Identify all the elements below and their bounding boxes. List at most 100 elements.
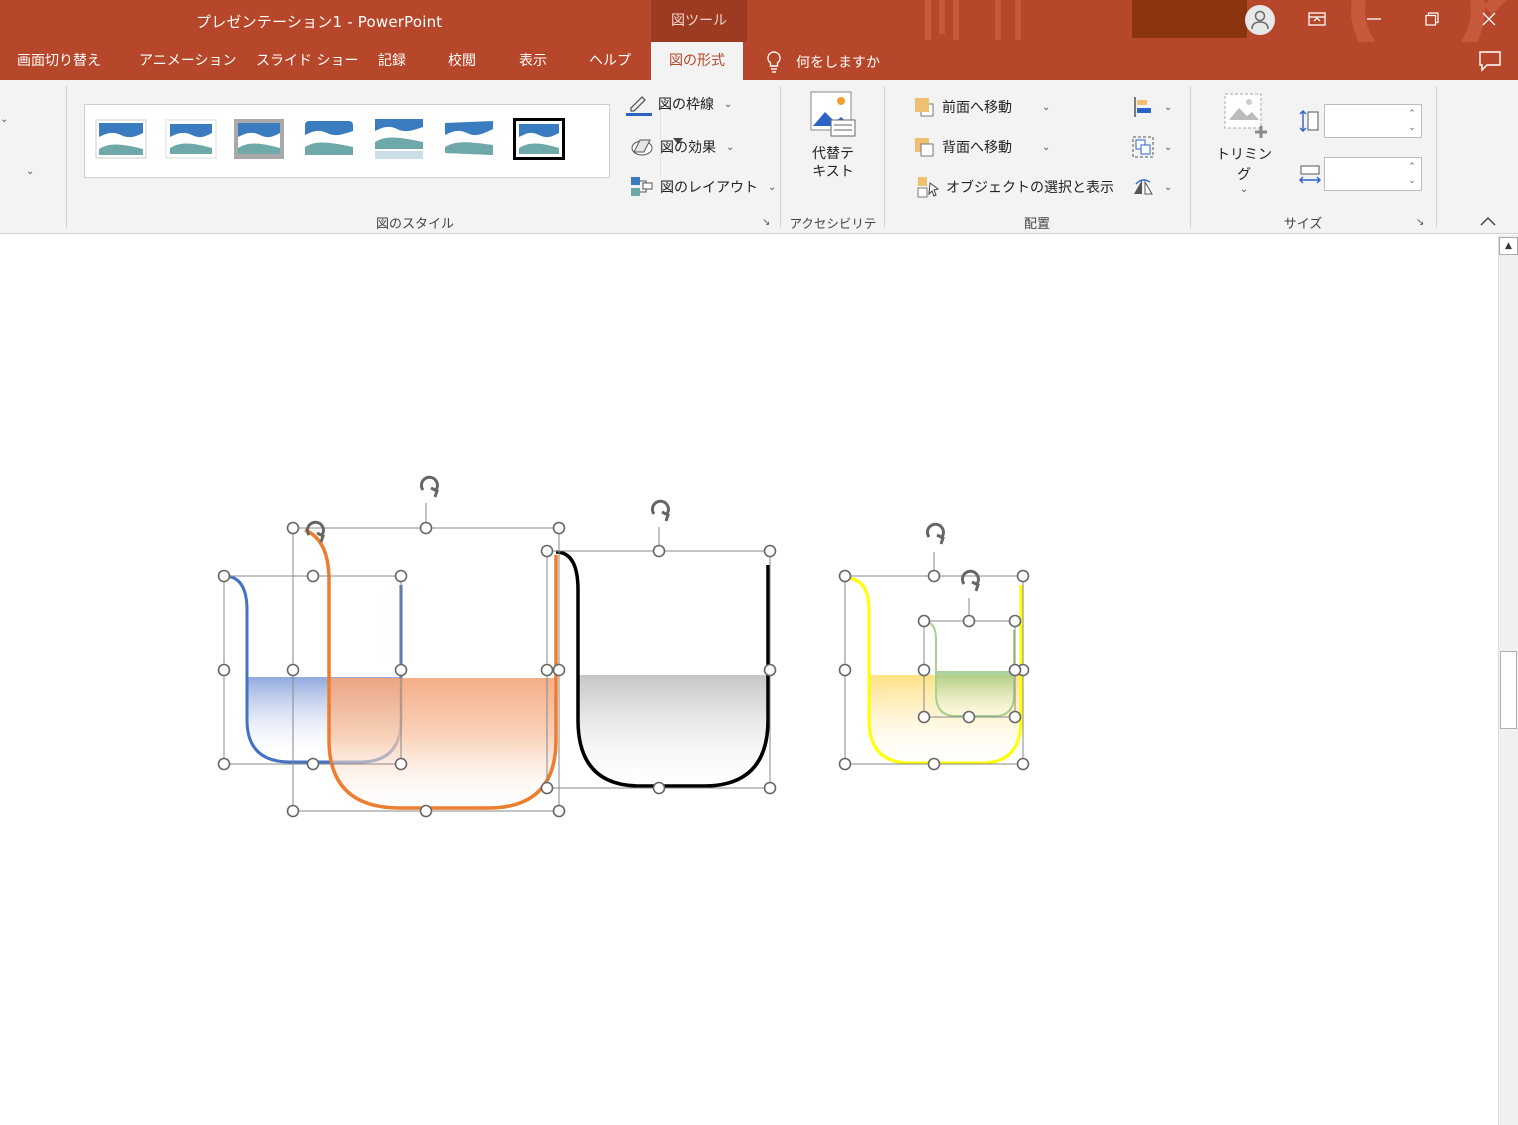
picture-style-reflected-icon[interactable] bbox=[373, 117, 425, 161]
vertical-scrollbar[interactable]: ▲ bbox=[1498, 235, 1518, 1125]
bring-forward-icon bbox=[915, 98, 934, 117]
chevron-down-icon: ⌄ bbox=[1164, 101, 1173, 113]
group-label-size: サイズ bbox=[1283, 217, 1323, 232]
user-avatar-icon[interactable] bbox=[1245, 5, 1275, 35]
chevron-down-icon: ⌄ bbox=[1042, 101, 1051, 113]
ribbon-tab-row: 画面切り替え アニメーション スライド ショー 記録 校閲 表示 ヘルプ 図の形… bbox=[0, 42, 1518, 80]
picture-effects-icon bbox=[631, 139, 653, 156]
group-label-arrange: 配置 bbox=[1023, 217, 1050, 232]
picture-border-button[interactable]: 図の枠線 ⌄ bbox=[626, 91, 732, 117]
tab-slide-show[interactable]: スライド ショー bbox=[256, 42, 358, 80]
redacted-user-name bbox=[1132, 0, 1247, 38]
group-separator bbox=[884, 86, 885, 228]
scroll-up-arrow-icon[interactable]: ▲ bbox=[1499, 237, 1518, 255]
picture-effects-label: 図の効果 bbox=[660, 140, 716, 156]
tab-animations[interactable]: アニメーション bbox=[139, 42, 236, 80]
tab-review[interactable]: 校閲 bbox=[448, 42, 476, 80]
clipped-group-chevron-icon[interactable]: ⌄ bbox=[0, 114, 8, 125]
picture-style-shadow-frame-icon[interactable] bbox=[233, 117, 285, 161]
group-objects-icon bbox=[1132, 136, 1154, 158]
comments-icon[interactable] bbox=[1478, 50, 1502, 72]
group-separator bbox=[1436, 86, 1437, 228]
picture-border-label: 図の枠線 bbox=[658, 97, 714, 113]
crop-label: トリミング bbox=[1216, 147, 1272, 183]
rotate-icon bbox=[1134, 179, 1153, 195]
tab-view[interactable]: 表示 bbox=[519, 42, 547, 80]
align-button[interactable]: ⌄ bbox=[1132, 94, 1172, 120]
selection-pane-label: オブジェクトの選択と表示 bbox=[946, 180, 1114, 196]
crop-icon bbox=[1224, 93, 1267, 138]
width-spin-up-icon[interactable]: ⌃ bbox=[1405, 161, 1419, 173]
beaker-shape-green[interactable] bbox=[924, 621, 1015, 717]
scrollbar-thumb[interactable] bbox=[1500, 651, 1517, 729]
rotate-handle-icon bbox=[925, 522, 945, 546]
alt-text-label-line1: 代替テ bbox=[812, 146, 854, 162]
slide-canvas[interactable] bbox=[0, 235, 1498, 1125]
height-spin-up-icon[interactable]: ⌃ bbox=[1405, 108, 1419, 120]
picture-styles-dialog-launcher-icon[interactable]: ↘ bbox=[762, 217, 774, 229]
shape-width-input[interactable]: ⌃ ⌄ bbox=[1324, 157, 1422, 191]
slide-drawing bbox=[217, 475, 1030, 818]
chevron-down-icon: ⌄ bbox=[726, 141, 735, 153]
collapse-ribbon-icon[interactable] bbox=[1480, 216, 1496, 226]
send-backward-label: 背面へ移動 bbox=[942, 140, 1012, 156]
beaker-shape-orange[interactable] bbox=[304, 528, 558, 810]
chevron-down-icon: ⌄ bbox=[1239, 184, 1249, 195]
tab-transitions[interactable]: 画面切り替え bbox=[17, 42, 101, 80]
tab-help[interactable]: ヘルプ bbox=[589, 42, 631, 80]
group-objects-button[interactable]: ⌄ bbox=[1132, 134, 1172, 160]
rotate-handle-icon bbox=[650, 499, 670, 523]
group-label-picture-styles: 図のスタイル bbox=[375, 217, 454, 232]
tell-me-search[interactable]: 何をしますか bbox=[766, 50, 880, 74]
selection-pane-icon bbox=[917, 177, 940, 198]
bring-forward-button[interactable]: 前面へ移動 ⌄ bbox=[912, 94, 1050, 120]
align-icon bbox=[1134, 97, 1151, 117]
rotation-handles[interactable] bbox=[305, 475, 980, 593]
chevron-down-icon: ⌄ bbox=[724, 98, 733, 110]
picture-border-icon bbox=[626, 96, 652, 116]
height-icon bbox=[1299, 110, 1319, 132]
chevron-down-icon: ⌄ bbox=[768, 181, 777, 193]
ribbon-display-options-icon[interactable] bbox=[1297, 4, 1337, 34]
picture-layout-button[interactable]: 図のレイアウト ⌄ bbox=[630, 174, 776, 200]
picture-effects-button[interactable]: 図の効果 ⌄ bbox=[630, 134, 734, 160]
height-spin-down-icon[interactable]: ⌄ bbox=[1405, 122, 1419, 134]
picture-style-soft-edge-icon[interactable] bbox=[165, 117, 217, 161]
ribbon: ⌄ ⌄ 図の枠線 ⌄ 図の効果 ⌄ 図のレイアウト ⌄ 図のスタイル ↘ 代替テ キス… bbox=[0, 80, 1518, 250]
rotate-objects-button[interactable]: ⌄ bbox=[1132, 174, 1172, 200]
picture-style-rounded-icon[interactable] bbox=[303, 117, 355, 161]
title-bar: プレゼンテーション1 - PowerPoint 図ツール bbox=[0, 0, 1518, 42]
chevron-down-icon: ⌄ bbox=[1164, 181, 1173, 193]
crop-button[interactable]: トリミング ⌄ bbox=[1212, 90, 1276, 195]
width-spin-down-icon[interactable]: ⌄ bbox=[1405, 175, 1419, 187]
group-separator bbox=[1190, 86, 1191, 228]
restore-icon[interactable] bbox=[1412, 4, 1452, 34]
picture-style-thick-black-frame-icon[interactable] bbox=[513, 117, 565, 161]
picture-styles-gallery bbox=[84, 104, 683, 178]
tab-picture-format[interactable]: 図の形式 bbox=[651, 42, 743, 80]
chevron-down-icon: ⌄ bbox=[1164, 141, 1173, 153]
rotate-handle-icon bbox=[960, 569, 980, 593]
picture-layout-label: 図のレイアウト bbox=[660, 180, 758, 196]
tab-record[interactable]: 記録 bbox=[378, 42, 406, 80]
rotate-handle-icon bbox=[419, 475, 439, 499]
send-backward-icon bbox=[915, 138, 934, 157]
shape-height-input[interactable]: ⌃ ⌄ bbox=[1324, 104, 1422, 138]
window-title: プレゼンテーション1 - PowerPoint bbox=[196, 13, 443, 31]
alt-text-label-line2: キスト bbox=[812, 164, 854, 180]
alt-text-button[interactable]: 代替テ キスト bbox=[800, 90, 866, 186]
minimize-icon[interactable] bbox=[1354, 4, 1394, 34]
group-separator bbox=[780, 86, 781, 228]
clipped-group-dropdown-icon[interactable]: ⌄ bbox=[26, 166, 34, 177]
selection-pane-button[interactable]: オブジェクトの選択と表示 bbox=[916, 174, 1114, 200]
beaker-shape-yellow[interactable] bbox=[844, 576, 1023, 765]
close-icon[interactable] bbox=[1469, 4, 1509, 34]
width-icon bbox=[1299, 165, 1321, 184]
send-backward-button[interactable]: 背面へ移動 ⌄ bbox=[912, 134, 1050, 160]
size-dialog-launcher-icon[interactable]: ↘ bbox=[1416, 217, 1428, 229]
beaker-shape-black[interactable] bbox=[555, 550, 770, 788]
picture-style-perspective-icon[interactable] bbox=[443, 117, 495, 161]
lightbulb-icon bbox=[767, 51, 781, 73]
chevron-down-icon: ⌄ bbox=[1042, 141, 1051, 153]
picture-style-simple-frame-icon[interactable] bbox=[95, 117, 147, 161]
